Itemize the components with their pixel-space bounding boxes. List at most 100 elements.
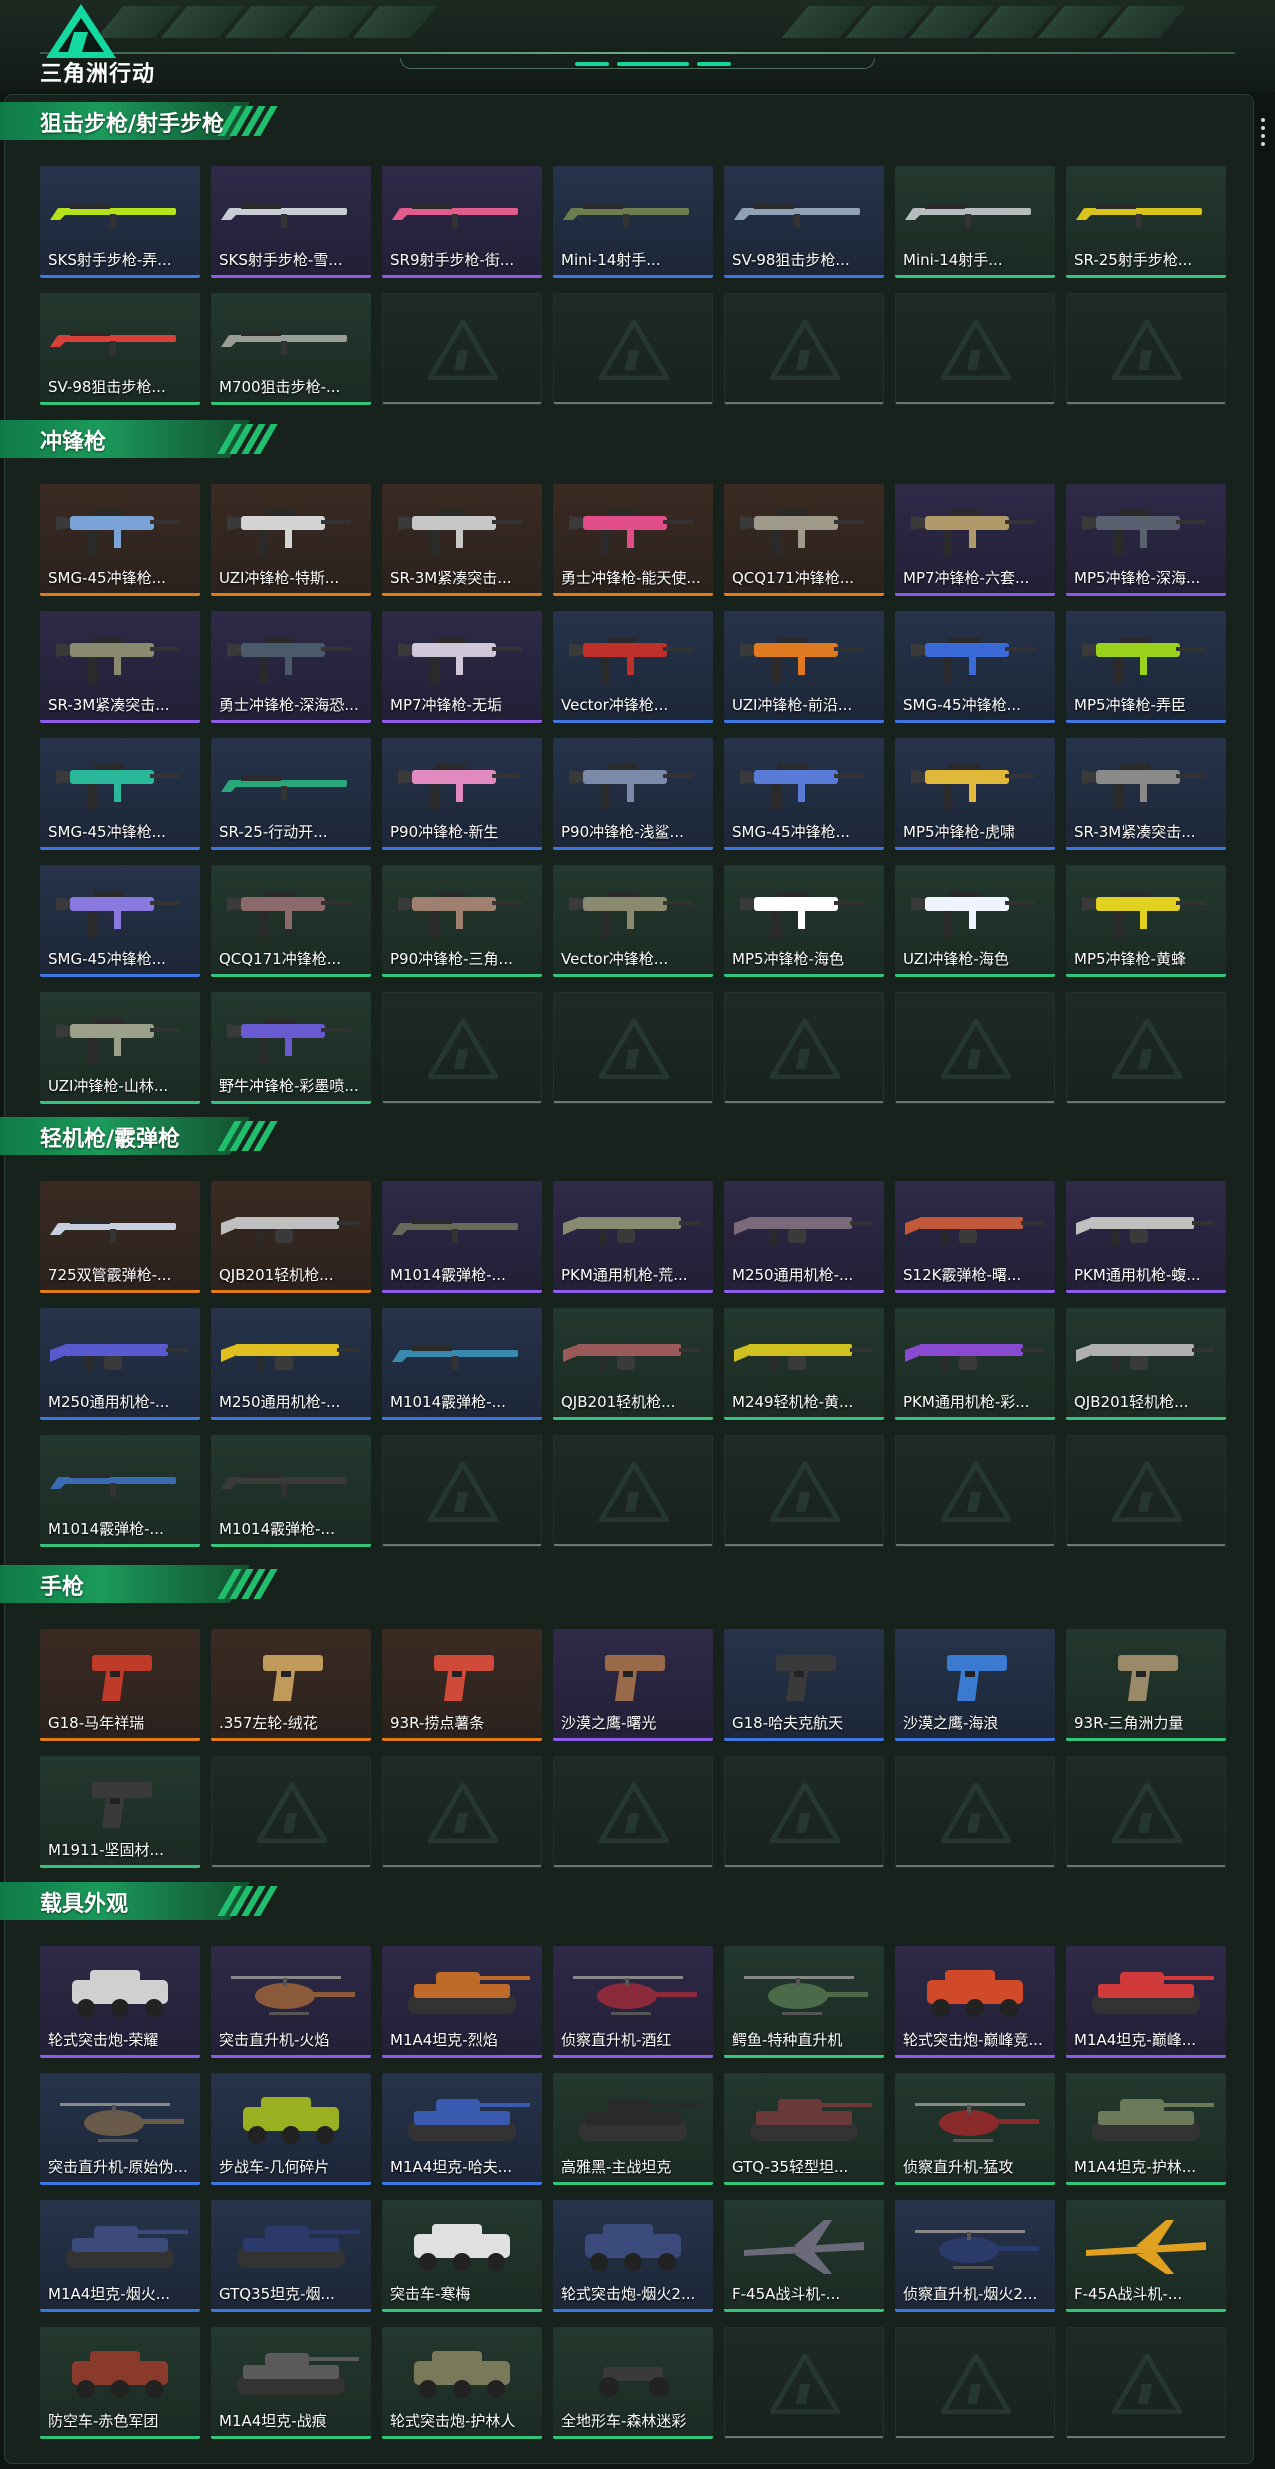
item-card[interactable]: SV-98狙击步枪... [724,166,884,278]
item-card[interactable]: 侦察直升机-酒红 [553,1946,713,2058]
item-card[interactable]: M1014霰弹枪-... [382,1181,542,1293]
empty-item-slot [724,1435,884,1547]
item-card[interactable]: M1A4坦克-烈焰 [382,1946,542,2058]
item-image [243,2097,339,2144]
item-card[interactable]: 725双管霰弹枪-... [40,1181,200,1293]
item-name: SR-3M紧凑突击... [48,696,170,714]
item-card[interactable]: SKS射手步枪-弄... [40,166,200,278]
item-card[interactable]: 沙漠之鹰-曙光 [553,1629,713,1741]
item-card[interactable]: MP5冲锋枪-海色 [724,865,884,977]
item-card[interactable]: SV-98狙击步枪... [40,293,200,405]
item-card[interactable]: SR-3M紧凑突击... [382,484,542,596]
item-card[interactable]: 勇士冲锋枪-深海恐... [211,611,371,723]
item-card[interactable]: UZI冲锋枪-海色 [895,865,1055,977]
item-card[interactable]: UZI冲锋枪-山林... [40,992,200,1104]
item-card[interactable]: M250通用机枪-... [40,1308,200,1420]
scrollbar-handle[interactable] [1261,118,1267,154]
item-card[interactable]: 突击直升机-原始伪... [40,2073,200,2185]
item-card[interactable]: .357左轮-绒花 [211,1629,371,1741]
item-card[interactable]: MP5冲锋枪-黄蜂 [1066,865,1226,977]
item-card[interactable]: P90冲锋枪-新生 [382,738,542,850]
item-card[interactable]: MP5冲锋枪-弄臣 [1066,611,1226,723]
item-card[interactable]: SR-25射手步枪... [1066,166,1226,278]
item-card[interactable]: M1014霰弹枪-... [211,1435,371,1547]
item-card[interactable]: UZI冲锋枪-前沿... [724,611,884,723]
item-card[interactable]: M700狙击步枪-... [211,293,371,405]
item-image [227,1018,351,1064]
item-card[interactable]: SR-3M紧凑突击... [40,611,200,723]
item-card[interactable]: 93R-捞点薯条 [382,1629,542,1741]
item-card[interactable]: P90冲锋枪-浅鲨... [553,738,713,850]
item-card[interactable]: GTQ-35轻型坦... [724,2073,884,2185]
item-card[interactable]: 轮式突击炮-巅峰竞... [895,1946,1055,2058]
item-card[interactable]: M1A4坦克-巅峰... [1066,1946,1226,2058]
item-card[interactable]: PKM通用机枪-荒... [553,1181,713,1293]
item-card[interactable]: M1A4坦克-哈夫... [382,2073,542,2185]
item-card[interactable]: MP5冲锋枪-虎啸 [895,738,1055,850]
item-card[interactable]: 步战车-几何碎片 [211,2073,371,2185]
item-card[interactable]: UZI冲锋枪-特斯... [211,484,371,596]
section-header: 狙击步枪/射手步枪 [0,102,280,140]
item-card[interactable]: Mini-14射手... [553,166,713,278]
item-card[interactable]: F-45A战斗机-... [1066,2200,1226,2312]
item-card[interactable]: M250通用机枪-... [211,1308,371,1420]
item-card[interactable]: 勇士冲锋枪-能天使... [553,484,713,596]
item-card[interactable]: SKS射手步枪-雪... [211,166,371,278]
item-card[interactable]: 侦察直升机-烟火2... [895,2200,1055,2312]
item-card[interactable]: SMG-45冲锋枪... [40,865,200,977]
item-card[interactable]: 突击直升机-火焰 [211,1946,371,2058]
item-card[interactable]: MP5冲锋枪-深海... [1066,484,1226,596]
item-card[interactable]: Mini-14射手... [895,166,1055,278]
item-card[interactable]: M249轻机枪-黄... [724,1308,884,1420]
item-card[interactable]: 防空车-赤色军团 [40,2327,200,2439]
item-card[interactable]: 轮式突击炮-护林人 [382,2327,542,2439]
item-card[interactable]: M1014霰弹枪-... [40,1435,200,1547]
item-card[interactable]: 沙漠之鹰-海浪 [895,1629,1055,1741]
item-card[interactable]: MP7冲锋枪-无垢 [382,611,542,723]
item-card[interactable]: SR-3M紧凑突击... [1066,738,1226,850]
item-card[interactable]: M1A4坦克-战痕 [211,2327,371,2439]
item-card[interactable]: SMG-45冲锋枪... [724,738,884,850]
item-name: 轮式突击炮-巅峰竞... [903,2031,1043,2049]
item-name: PKM通用机枪-蝮... [1074,1266,1201,1284]
item-card[interactable]: 突击车-寒梅 [382,2200,542,2312]
item-card[interactable]: S12K霰弹枪-曙... [895,1181,1055,1293]
item-card[interactable]: M1A4坦克-护林... [1066,2073,1226,2185]
item-card[interactable]: SR9射手步枪-街... [382,166,542,278]
item-card[interactable]: 野牛冲锋枪-彩墨喷... [211,992,371,1104]
item-card[interactable]: PKM通用机枪-彩... [895,1308,1055,1420]
item-card[interactable]: M1911-坚固材... [40,1756,200,1868]
item-card[interactable]: 轮式突击炮-荣耀 [40,1946,200,2058]
item-card[interactable]: M1014霰弹枪-... [382,1308,542,1420]
item-card[interactable]: 侦察直升机-猛攻 [895,2073,1055,2185]
item-card[interactable]: QCQ171冲锋枪... [724,484,884,596]
item-card[interactable]: QJB201轻机枪... [1066,1308,1226,1420]
item-name: M1014霰弹枪-... [219,1520,335,1538]
item-card[interactable]: G18-哈夫克航天 [724,1629,884,1741]
item-card[interactable]: 鳄鱼-特种直升机 [724,1946,884,2058]
item-card[interactable]: 高雅黑-主战坦克 [553,2073,713,2185]
item-card[interactable]: MP7冲锋枪-六套... [895,484,1055,596]
item-image [599,2367,669,2397]
item-card[interactable]: G18-马年祥瑞 [40,1629,200,1741]
item-card[interactable]: SMG-45冲锋枪... [895,611,1055,723]
item-card[interactable]: Vector冲锋枪... [553,865,713,977]
item-card[interactable]: P90冲锋枪-三角... [382,865,542,977]
item-card[interactable]: PKM通用机枪-蝮... [1066,1181,1226,1293]
item-card[interactable]: M1A4坦克-烟火... [40,2200,200,2312]
item-card[interactable]: 93R-三角洲力量 [1066,1629,1226,1741]
item-card[interactable]: F-45A战斗机-... [724,2200,884,2312]
item-card[interactable]: SR-25-行动开... [211,738,371,850]
item-card[interactable]: Vector冲锋枪... [553,611,713,723]
item-card[interactable]: QJB201轻机枪... [553,1308,713,1420]
item-card[interactable]: QJB201轻机枪... [211,1181,371,1293]
item-name: SV-98狙击步枪... [48,378,166,396]
item-card[interactable]: QCQ171冲锋枪... [211,865,371,977]
item-card[interactable]: M250通用机枪-... [724,1181,884,1293]
item-card[interactable]: 全地形车-森林迷彩 [553,2327,713,2439]
item-card[interactable]: GTQ35坦克-烟... [211,2200,371,2312]
rarity-strip [724,974,884,977]
item-card[interactable]: SMG-45冲锋枪... [40,484,200,596]
item-card[interactable]: 轮式突击炮-烟火2... [553,2200,713,2312]
item-card[interactable]: SMG-45冲锋枪... [40,738,200,850]
